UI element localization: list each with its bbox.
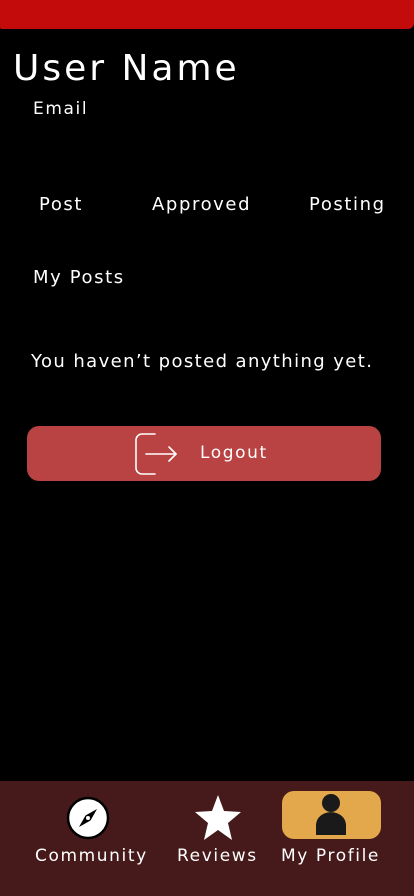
compass-icon	[66, 796, 110, 840]
bottom-nav: Community Reviews My Profile	[0, 781, 414, 896]
user-email: Email	[33, 99, 89, 119]
user-name: User Name	[13, 48, 240, 89]
top-bar	[0, 0, 414, 29]
nav-label-community: Community	[35, 846, 148, 866]
stat-posting: Posting	[309, 194, 386, 215]
person-icon	[316, 794, 346, 835]
my-posts-heading: My Posts	[33, 267, 125, 288]
star-icon	[195, 795, 241, 840]
empty-posts-message: You haven’t posted anything yet.	[31, 351, 374, 372]
nav-label-my-profile: My Profile	[281, 846, 380, 866]
nav-label-reviews: Reviews	[177, 846, 258, 866]
logout-label: Logout	[200, 443, 268, 463]
logout-icon	[135, 433, 177, 475]
nav-tab-reviews[interactable]: Reviews	[172, 781, 262, 876]
stat-approved: Approved	[152, 194, 252, 215]
logout-button[interactable]: Logout	[27, 426, 381, 481]
stat-post: Post	[39, 194, 84, 215]
nav-tab-my-profile[interactable]: My Profile	[278, 781, 382, 876]
nav-tab-community[interactable]: Community	[32, 781, 148, 876]
